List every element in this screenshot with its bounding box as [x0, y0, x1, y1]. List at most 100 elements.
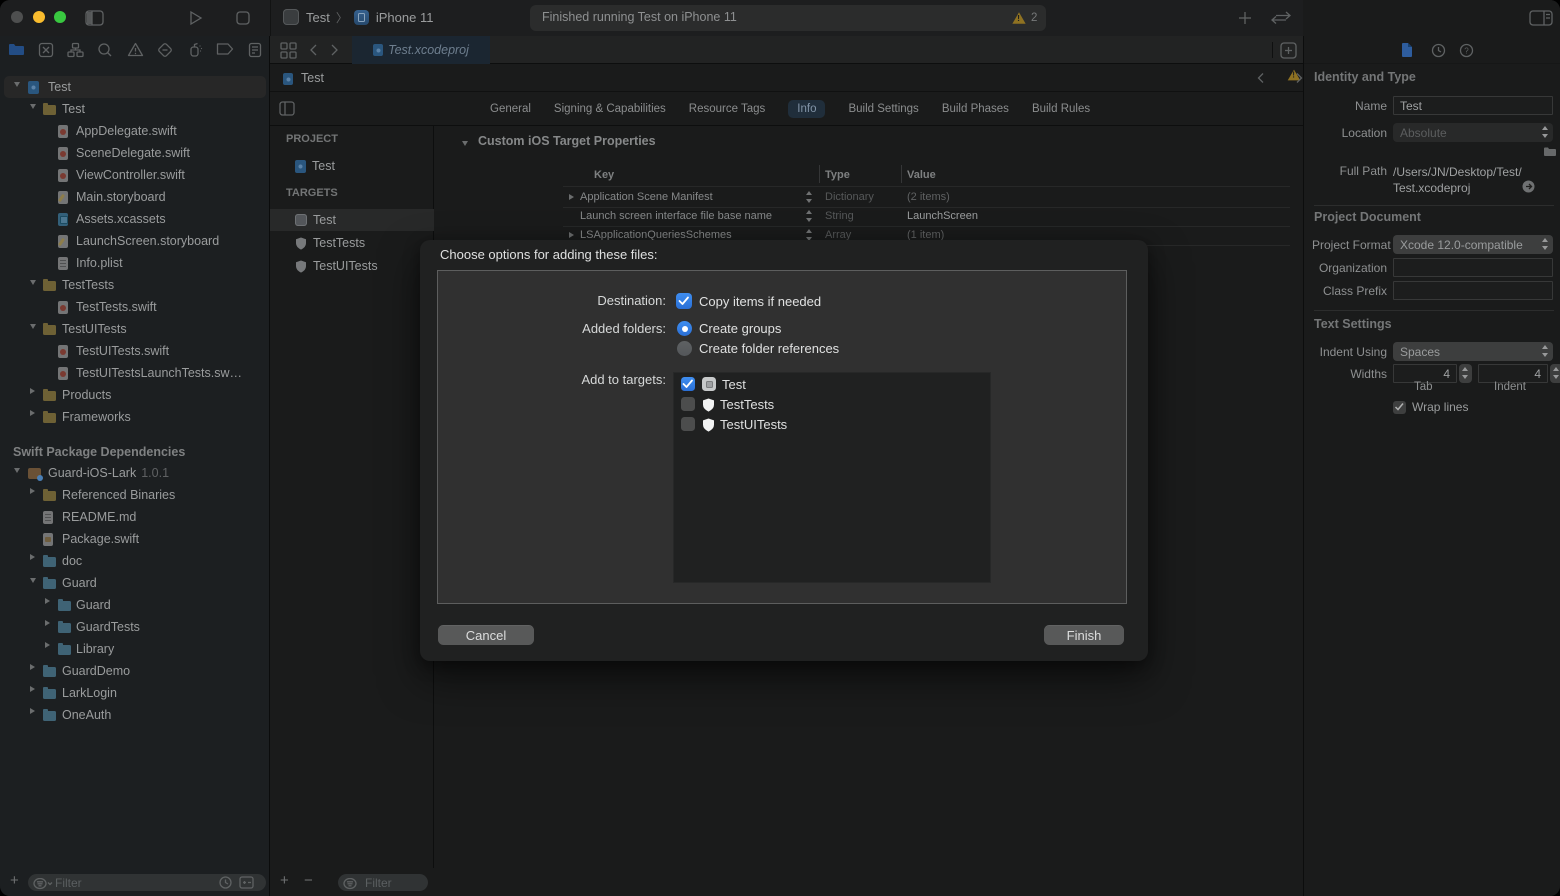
- tree-item[interactable]: Guard: [0, 594, 270, 616]
- chevron-right-icon[interactable]: [30, 656, 40, 678]
- chevron-down-icon[interactable]: [30, 315, 40, 337]
- tree-item[interactable]: TestTests: [0, 274, 270, 296]
- tree-item[interactable]: AppDelegate.swift: [0, 120, 270, 142]
- editor-tab-build-phases[interactable]: Build Phases: [942, 103, 1009, 115]
- tree-item[interactable]: README.md: [0, 506, 270, 528]
- copy-items-checkbox[interactable]: [676, 293, 692, 309]
- warning-badge[interactable]: 2: [1012, 11, 1037, 29]
- chevron-down-icon[interactable]: [14, 459, 24, 481]
- sidebar-item-testuitests[interactable]: TestUITests: [270, 255, 434, 277]
- tree-item[interactable]: Guard: [0, 572, 270, 594]
- tree-item[interactable]: TestTests.swift: [0, 296, 270, 318]
- wrap-lines-checkbox[interactable]: [1393, 401, 1406, 414]
- navigator-filter-field[interactable]: Filter: [28, 874, 266, 891]
- forward-icon[interactable]: [330, 43, 340, 57]
- chevron-right-icon[interactable]: [30, 480, 40, 502]
- tree-item[interactable]: SceneDelegate.swift: [0, 142, 270, 164]
- test-navigator-icon[interactable]: [157, 42, 173, 58]
- stepper-icon[interactable]: [805, 210, 813, 222]
- chevron-down-icon[interactable]: [30, 569, 40, 591]
- toggle-navigator-icon[interactable]: [85, 10, 104, 26]
- editor-tab-resource-tags[interactable]: Resource Tags: [689, 103, 766, 115]
- tree-item[interactable]: Package.swift: [0, 528, 270, 550]
- tree-item[interactable]: Guard-iOS-Lark1.0.1: [0, 462, 270, 484]
- tree-item[interactable]: Test: [0, 98, 270, 120]
- tree-item[interactable]: OneAuth: [0, 704, 270, 726]
- radio-unselected[interactable]: [677, 341, 692, 356]
- chevron-right-icon[interactable]: [569, 188, 579, 206]
- cancel-button[interactable]: Cancel: [438, 625, 534, 645]
- project-format-dropdown[interactable]: Xcode 12.0-compatible: [1393, 235, 1553, 254]
- location-dropdown[interactable]: Absolute: [1393, 123, 1553, 142]
- radio-selected[interactable]: [677, 321, 692, 336]
- history-inspector-icon[interactable]: [1431, 43, 1446, 58]
- recent-files-icon[interactable]: [219, 876, 232, 889]
- back-icon[interactable]: [308, 43, 318, 57]
- tree-item[interactable]: doc: [0, 550, 270, 572]
- folder-icon[interactable]: [1543, 146, 1557, 157]
- filter-scope-icon[interactable]: [239, 876, 254, 889]
- tree-item[interactable]: Library: [0, 638, 270, 660]
- editor-tab-signing-capabilities[interactable]: Signing & Capabilities: [554, 103, 666, 115]
- editor-tab-build-settings[interactable]: Build Settings: [848, 103, 918, 115]
- tree-item[interactable]: LaunchScreen.storyboard: [0, 230, 270, 252]
- editor-tab-general[interactable]: General: [490, 103, 531, 115]
- project-navigator-icon[interactable]: [8, 42, 25, 57]
- tree-item[interactable]: Info.plist: [0, 252, 270, 274]
- tree-item[interactable]: TestUITests.swift: [0, 340, 270, 362]
- tree-item[interactable]: GuardTests: [0, 616, 270, 638]
- editor-tab-build-rules[interactable]: Build Rules: [1032, 103, 1090, 115]
- stepper-icon[interactable]: [805, 191, 813, 203]
- add-target-icon[interactable]: +: [280, 872, 289, 889]
- tree-item[interactable]: Products: [0, 384, 270, 406]
- sidebar-item-test[interactable]: Test: [270, 155, 434, 177]
- close-button[interactable]: [11, 11, 23, 23]
- chevron-right-icon[interactable]: [30, 678, 40, 700]
- prev-issue-icon[interactable]: [1256, 72, 1265, 84]
- chevron-right-icon[interactable]: [30, 380, 40, 402]
- report-navigator-icon[interactable]: [248, 42, 262, 58]
- chevron-down-icon[interactable]: [30, 95, 40, 117]
- property-row[interactable]: Application Scene ManifestDictionary(2 i…: [563, 188, 1290, 206]
- related-items-icon[interactable]: [280, 42, 297, 59]
- checkbox-checked[interactable]: [681, 377, 695, 391]
- tab-width-stepper[interactable]: [1459, 364, 1472, 383]
- find-navigator-icon[interactable]: [97, 42, 113, 58]
- add-editor-library-icon[interactable]: [1238, 11, 1252, 25]
- add-file-icon[interactable]: +: [10, 872, 19, 889]
- class-prefix-field[interactable]: [1393, 281, 1553, 300]
- tree-item[interactable]: TestUITestsLaunchTests.sw…: [0, 362, 270, 384]
- chevron-right-icon[interactable]: [45, 612, 55, 634]
- target-row-testuitests[interactable]: TestUITests: [674, 414, 990, 434]
- tree-item[interactable]: LarkLogin: [0, 682, 270, 704]
- reveal-arrow-icon[interactable]: [1522, 180, 1535, 193]
- tree-item[interactable]: Assets.xcassets: [0, 208, 270, 230]
- chevron-down-icon[interactable]: [14, 73, 24, 95]
- stop-button[interactable]: [236, 11, 250, 25]
- help-inspector-icon[interactable]: ?: [1459, 43, 1474, 58]
- remove-target-icon[interactable]: −: [304, 872, 313, 889]
- breakpoint-navigator-icon[interactable]: [216, 42, 234, 56]
- finish-button[interactable]: Finish: [1044, 625, 1124, 645]
- run-button[interactable]: [188, 10, 204, 26]
- add-editor-icon[interactable]: [1280, 42, 1297, 59]
- indent-width-stepper[interactable]: [1550, 364, 1560, 383]
- chevron-down-icon[interactable]: [30, 271, 40, 293]
- scheme-selector[interactable]: Test 〉 iPhone 11: [283, 9, 433, 25]
- tree-item[interactable]: Main.storyboard: [0, 186, 270, 208]
- chevron-right-icon[interactable]: [30, 402, 40, 424]
- checkbox-unchecked[interactable]: [681, 397, 695, 411]
- file-inspector-icon[interactable]: [1400, 42, 1414, 58]
- toggle-inspector-icon[interactable]: [1529, 10, 1553, 26]
- tree-item[interactable]: Frameworks: [0, 406, 270, 428]
- debug-navigator-icon[interactable]: [187, 42, 203, 58]
- target-row-testtests[interactable]: TestTests: [674, 394, 990, 414]
- editor-tab-info[interactable]: Info: [788, 100, 825, 118]
- symbol-navigator-icon[interactable]: [67, 42, 84, 58]
- zoom-button[interactable]: [54, 11, 66, 23]
- minimize-button[interactable]: [33, 11, 45, 23]
- source-control-navigator-icon[interactable]: [38, 42, 54, 58]
- target-row-test[interactable]: Test: [674, 374, 990, 394]
- tree-item[interactable]: GuardDemo: [0, 660, 270, 682]
- editor-tab[interactable]: Test.xcodeproj: [352, 36, 490, 64]
